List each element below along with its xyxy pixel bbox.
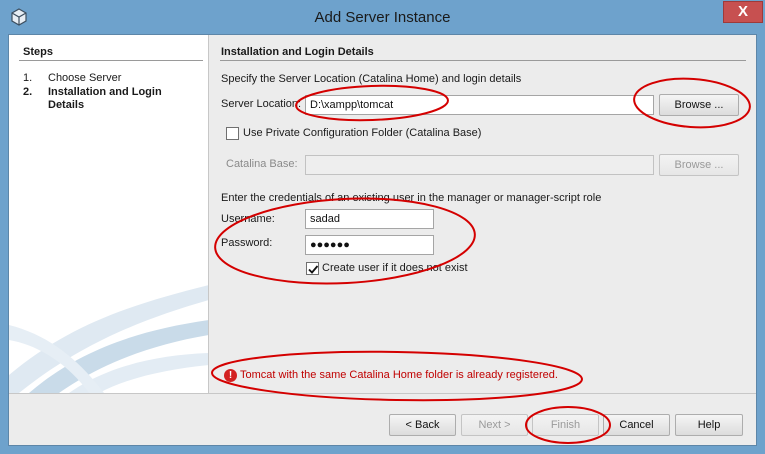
create-user-label: Create user if it does not exist [322,262,468,274]
username-label: Username: [221,213,275,225]
step-label: Choose Server [48,72,122,84]
create-user-checkbox[interactable] [306,262,319,275]
catalina-base-input[interactable] [305,155,654,175]
content-panel: Installation and Login Details Specify t… [210,35,756,393]
wizard-frame: Steps 1. Choose Server 2. Installation a… [8,34,757,446]
decorative-swoosh-graphic [9,285,208,393]
browse-server-location-button[interactable]: Browse ... [659,94,739,116]
password-label: Password: [221,237,273,249]
add-server-window: Add Server Instance X Steps 1. Choose Se… [0,0,765,454]
server-location-label: Server Location: [221,98,302,110]
server-location-input[interactable] [305,95,654,115]
steps-divider [19,60,203,61]
finish-button[interactable]: Finish [532,414,599,436]
browse-catalina-base-button[interactable]: Browse ... [659,154,739,176]
password-input[interactable]: ●●●●●● [305,235,434,255]
steps-title: Steps [23,46,53,58]
checkmark-icon [308,265,319,274]
title-bar[interactable]: Add Server Instance X [0,0,765,34]
close-button[interactable]: X [723,1,763,23]
private-config-checkbox[interactable] [226,127,239,140]
error-icon: ! [224,369,237,382]
error-message: Tomcat with the same Catalina Home folde… [240,369,558,381]
private-config-label: Use Private Configuration Folder (Catali… [243,127,482,139]
step-number: 2. [23,86,33,98]
section-title: Installation and Login Details [221,46,374,58]
credentials-intro: Enter the credentials of an existing use… [221,192,602,204]
help-button[interactable]: Help [675,414,743,436]
section-divider [220,60,746,61]
catalina-base-label: Catalina Base: [226,158,298,170]
close-icon: X [737,3,748,20]
steps-panel: Steps 1. Choose Server 2. Installation a… [9,35,209,393]
next-button[interactable]: Next > [461,414,528,436]
password-mask: ●●●●●● [310,239,350,251]
section-intro: Specify the Server Location (Catalina Ho… [221,73,522,85]
username-input[interactable] [305,209,434,229]
step-number: 1. [23,72,33,84]
cancel-button[interactable]: Cancel [603,414,670,436]
step-label: Installation and Login Details [48,86,162,111]
window-title: Add Server Instance [314,9,451,26]
footer-divider [9,393,756,394]
back-button[interactable]: < Back [389,414,456,436]
